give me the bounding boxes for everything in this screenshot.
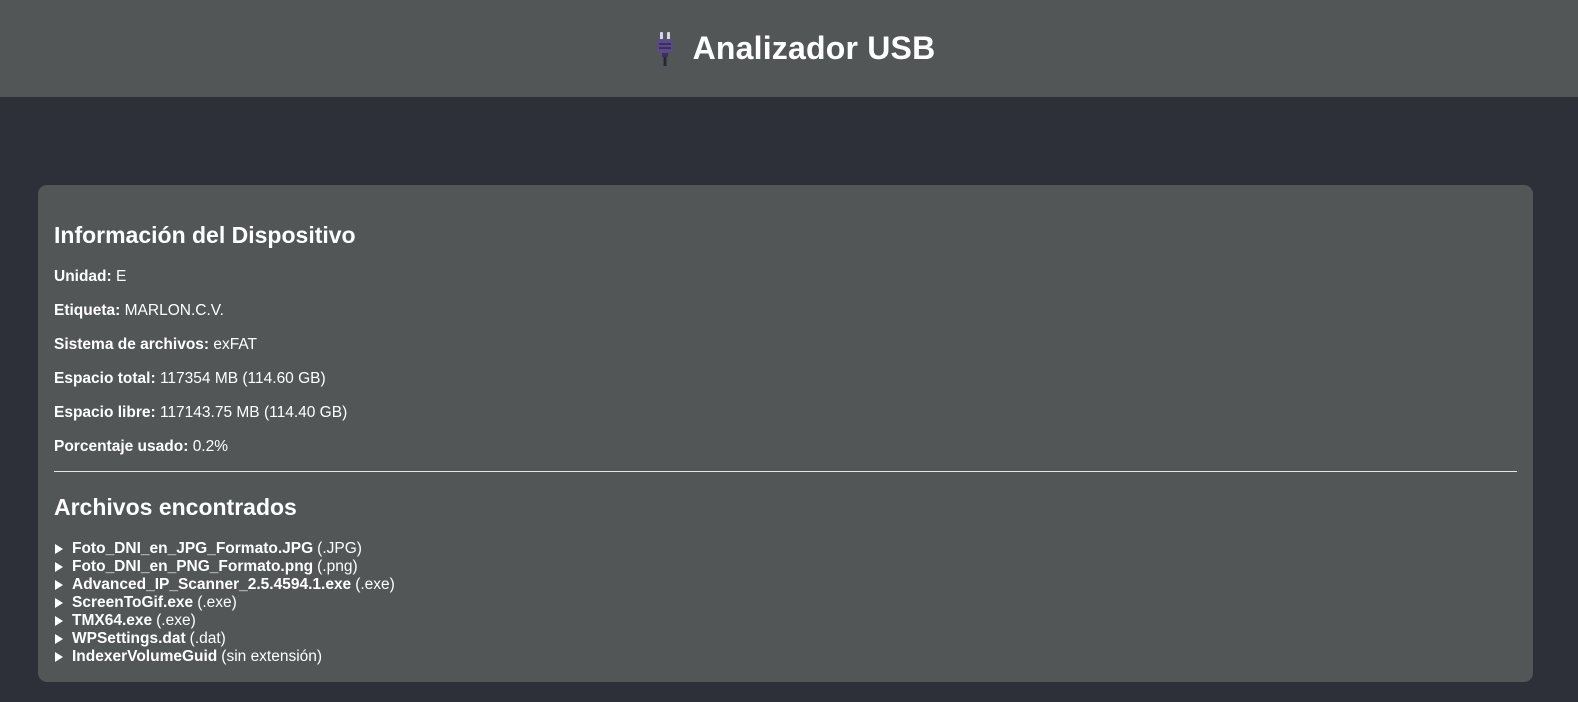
info-value: E [116, 268, 127, 285]
info-row-etiqueta: Etiqueta: MARLON.C.V. [54, 302, 224, 320]
header-title-group: Analizador USB [651, 30, 936, 67]
info-value: MARLON.C.V. [124, 302, 224, 319]
info-value: 117354 MB (114.60 GB) [159, 370, 326, 387]
file-name: WPSettings.dat [72, 630, 186, 647]
disclosure-triangle-icon[interactable] [55, 580, 63, 590]
file-name: TMX64.exe [72, 612, 153, 629]
info-label: Porcentaje usado: [54, 438, 189, 455]
electric-plug-icon [651, 31, 679, 67]
file-item[interactable]: IndexerVolumeGuid (sin extensión) [54, 648, 395, 666]
files-title: Archivos encontrados [54, 494, 297, 520]
file-extension: (.JPG) [317, 540, 362, 557]
info-value: exFAT [213, 336, 258, 353]
disclosure-triangle-icon[interactable] [55, 652, 63, 662]
info-label: Etiqueta: [54, 302, 121, 319]
file-list: Foto_DNI_en_JPG_Formato.JPG (.JPG) Foto_… [54, 540, 395, 666]
info-row-porcentaje-usado: Porcentaje usado: 0.2% [54, 438, 228, 456]
info-row-unidad: Unidad: E [54, 268, 126, 286]
file-item[interactable]: Advanced_IP_Scanner_2.5.4594.1.exe (.exe… [54, 576, 395, 594]
disclosure-triangle-icon[interactable] [55, 634, 63, 644]
file-name: Foto_DNI_en_PNG_Formato.png [72, 558, 314, 575]
device-card: Información del Dispositivo Unidad: E Et… [38, 185, 1533, 682]
file-extension: (.png) [317, 558, 358, 575]
file-item[interactable]: Foto_DNI_en_JPG_Formato.JPG (.JPG) [54, 540, 395, 558]
file-name: Advanced_IP_Scanner_2.5.4594.1.exe [72, 576, 352, 593]
file-item[interactable]: Foto_DNI_en_PNG_Formato.png (.png) [54, 558, 395, 576]
disclosure-triangle-icon[interactable] [55, 562, 63, 572]
info-label: Unidad: [54, 268, 112, 285]
file-extension: (.exe) [355, 576, 395, 593]
disclosure-triangle-icon[interactable] [55, 598, 63, 608]
app-header: Analizador USB [0, 0, 1578, 97]
info-value: 117143.75 MB (114.40 GB) [159, 404, 348, 421]
info-label: Espacio libre: [54, 404, 156, 421]
info-label: Sistema de archivos: [54, 336, 210, 353]
file-item[interactable]: ScreenToGif.exe (.exe) [54, 594, 395, 612]
info-label: Espacio total: [54, 370, 156, 387]
file-name: IndexerVolumeGuid [72, 648, 218, 665]
info-row-sistema-archivos: Sistema de archivos: exFAT [54, 336, 257, 354]
app-title: Analizador USB [692, 30, 936, 66]
disclosure-triangle-icon[interactable] [55, 544, 63, 554]
info-row-espacio-total: Espacio total: 117354 MB (114.60 GB) [54, 370, 326, 388]
device-info-title: Información del Dispositivo [54, 222, 356, 248]
file-extension: (.exe) [156, 612, 196, 629]
disclosure-triangle-icon[interactable] [55, 616, 63, 626]
file-name: ScreenToGif.exe [72, 594, 194, 611]
file-extension: (.dat) [189, 630, 226, 647]
file-item[interactable]: WPSettings.dat (.dat) [54, 630, 395, 648]
file-name: Foto_DNI_en_JPG_Formato.JPG [72, 540, 314, 557]
section-divider [54, 471, 1517, 472]
info-value: 0.2% [192, 438, 229, 455]
info-row-espacio-libre: Espacio libre: 117143.75 MB (114.40 GB) [54, 404, 347, 422]
file-extension: (sin extensión) [221, 648, 323, 665]
file-extension: (.exe) [197, 594, 237, 611]
file-item[interactable]: TMX64.exe (.exe) [54, 612, 395, 630]
